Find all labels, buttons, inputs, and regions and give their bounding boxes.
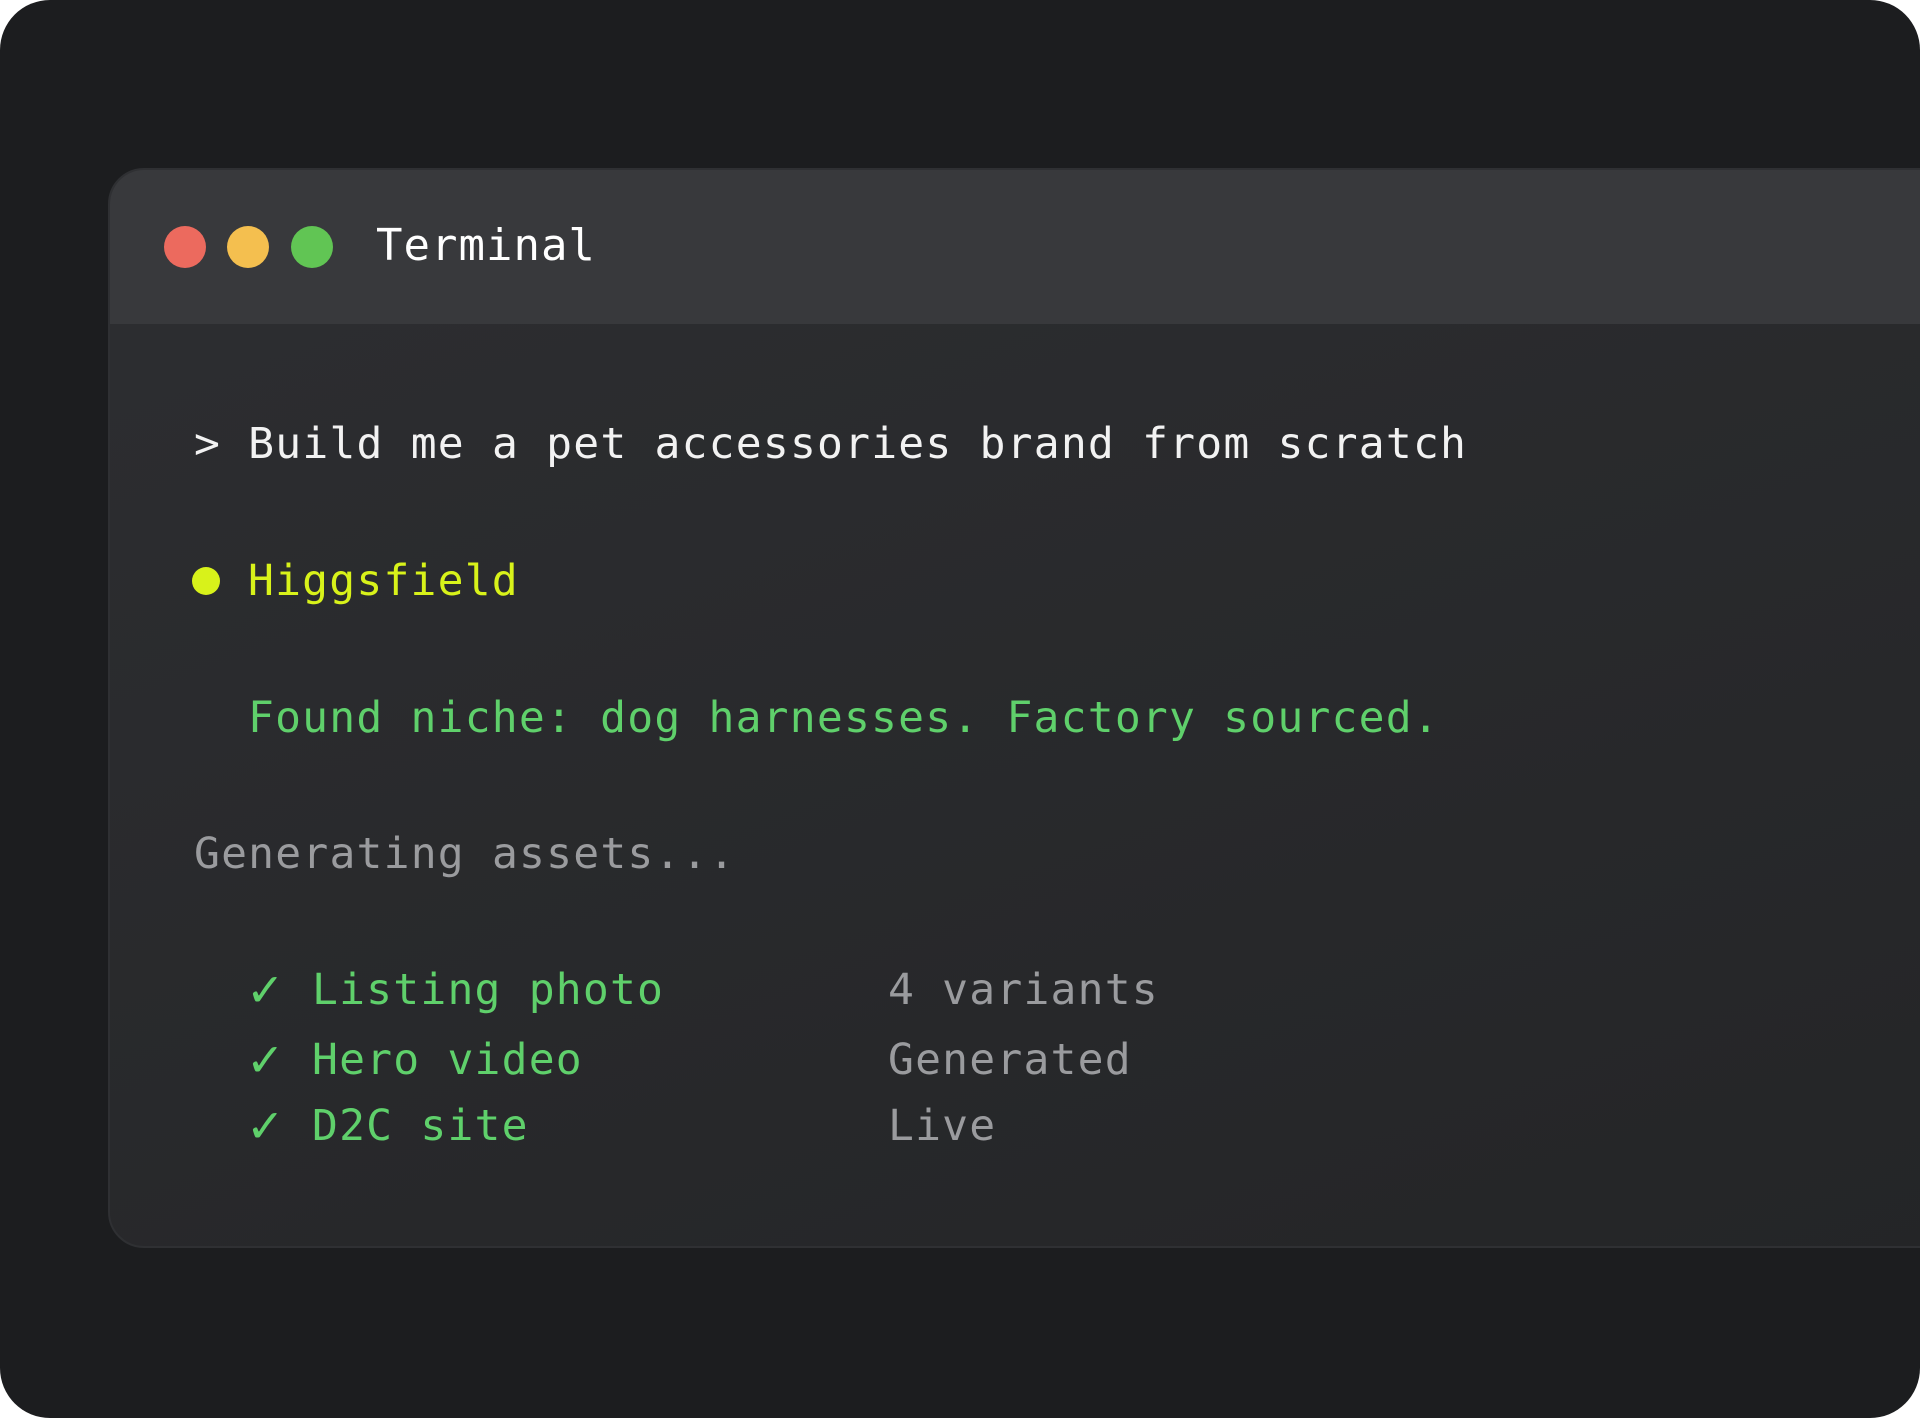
title-bar: Terminal [110,170,1920,324]
checklist-item-label: Hero video [312,1035,583,1085]
checklist-item-status: 4 variants [888,965,1159,1015]
agent-name: Higgsfield [248,556,519,606]
window-title: Terminal [376,220,596,271]
checklist-item-label: D2C site [312,1101,529,1151]
checklist-item-label: Listing photo [312,965,665,1015]
device-frame: Terminal > Build me a pet accessories br… [0,0,1920,1418]
checklist-item-status: Live [888,1101,997,1151]
maximize-window-button[interactable] [291,226,333,268]
found-niche-message: Found niche: dog harnesses. Factory sour… [248,693,1440,743]
checklist-item-status: Generated [888,1035,1132,1085]
minimize-window-button[interactable] [227,226,269,268]
agent-status-dot-icon [192,567,220,595]
checkmark-icon: ✓ [246,963,285,1017]
user-prompt-line: > Build me a pet accessories brand from … [194,419,1468,469]
checkmark-icon: ✓ [246,1099,285,1153]
terminal-window: Terminal > Build me a pet accessories br… [108,168,1920,1248]
checkmark-icon: ✓ [246,1033,285,1087]
generating-status-line: Generating assets... [194,829,736,879]
close-window-button[interactable] [164,226,206,268]
